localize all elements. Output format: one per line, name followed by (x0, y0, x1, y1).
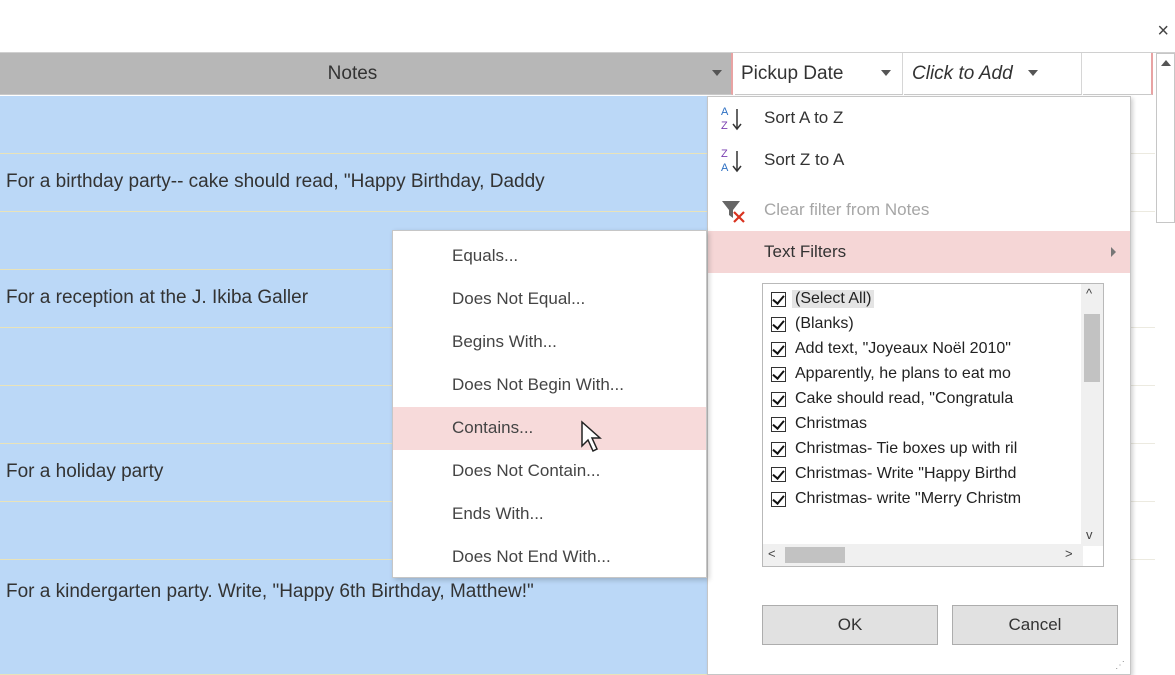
scroll-thumb[interactable] (785, 547, 845, 563)
submenu-item-begins-with[interactable]: Begins With... (393, 321, 706, 364)
column-header-label: Notes (327, 63, 378, 84)
cell-notes: For a holiday party (6, 461, 164, 482)
menu-item-label: Clear filter from Notes (764, 200, 930, 219)
scroll-thumb[interactable] (1084, 314, 1100, 382)
submenu-item-label: Does Not Contain... (452, 461, 601, 480)
column-header-pickup-date[interactable]: Pickup Date (735, 53, 903, 95)
menu-item-label: Sort A to Z (764, 108, 844, 127)
scroll-up-icon[interactable] (1161, 60, 1171, 66)
svg-text:A: A (721, 162, 729, 174)
column-header-click-to-add[interactable]: Click to Add (904, 53, 1082, 95)
filter-dropdown-icon[interactable] (881, 70, 891, 76)
list-vertical-scrollbar[interactable]: ^ v (1081, 284, 1103, 546)
list-item-label: Cake should read, "Congratula (795, 390, 1014, 407)
list-item-label: Apparently, he plans to eat mo (795, 365, 1011, 382)
menu-item-sort-z-to-a[interactable]: Z A Sort Z to A (708, 139, 1130, 181)
menu-item-label: Sort Z to A (764, 150, 845, 169)
table-row[interactable]: For a birthday party-- cake should read,… (0, 154, 735, 212)
close-icon[interactable]: × (1157, 20, 1169, 43)
cell-notes: For a birthday party-- cake should read,… (6, 171, 545, 192)
menu-item-clear-filter[interactable]: Clear filter from Notes (708, 189, 1130, 231)
list-item-label: Christmas- write "Merry Christm (795, 490, 1022, 507)
chevron-up-icon[interactable]: ^ (1086, 286, 1092, 301)
submenu-item-does-not-contain[interactable]: Does Not Contain... (393, 450, 706, 493)
checkbox[interactable] (771, 417, 786, 432)
table-row[interactable] (0, 96, 735, 154)
chevron-right-icon (1111, 247, 1116, 257)
submenu-item-ends-with[interactable]: Ends With... (393, 493, 706, 536)
submenu-item-label: Does Not Equal... (452, 289, 586, 308)
chevron-down-icon[interactable]: v (1086, 527, 1093, 542)
clear-filter-icon (722, 201, 745, 223)
submenu-item-label: Contains... (452, 418, 534, 437)
submenu-item-contains[interactable]: Contains... (393, 407, 706, 450)
list-item-label: (Blanks) (795, 315, 854, 332)
submenu-item-label: Ends With... (452, 504, 544, 523)
title-bar (0, 0, 1175, 53)
ok-button[interactable]: OK (762, 605, 938, 645)
column-header-empty (1083, 53, 1153, 95)
cell-notes: For a reception at the J. Ikiba Galler (6, 287, 309, 308)
column-header-label: Click to Add (912, 63, 1013, 84)
checkbox[interactable] (771, 292, 786, 307)
mouse-cursor-icon (581, 420, 602, 453)
checkbox[interactable] (771, 467, 786, 482)
svg-text:Z: Z (721, 148, 728, 160)
submenu-item-does-not-begin-with[interactable]: Does Not Begin With... (393, 364, 706, 407)
list-item-label: Christmas- Write "Happy Birthd (795, 465, 1017, 482)
sort-descending-icon: Z A (721, 148, 742, 174)
filter-dropdown-menu: A Z Sort A to Z Z A Sort Z to A Clear fi… (707, 96, 1131, 675)
checkbox[interactable] (771, 392, 786, 407)
filter-values-list[interactable]: (Select All) (Blanks) Add text, "Joyeaux… (762, 283, 1104, 567)
submenu-item-does-not-equal[interactable]: Does Not Equal... (393, 278, 706, 321)
column-header-label: Pickup Date (741, 63, 844, 84)
menu-item-label: Text Filters (764, 242, 847, 261)
list-item-label: (Select All) (792, 290, 875, 308)
cancel-button[interactable]: Cancel (952, 605, 1118, 645)
checkbox[interactable] (771, 442, 786, 457)
menu-item-sort-a-to-z[interactable]: A Z Sort A to Z (708, 97, 1130, 139)
resize-grip-icon[interactable]: ⋰ (1115, 660, 1126, 671)
list-horizontal-scrollbar[interactable]: < > (763, 544, 1083, 566)
menu-item-text-filters[interactable]: Text Filters (708, 231, 1130, 273)
svg-text:A: A (721, 106, 729, 118)
list-item-label: Add text, "Joyeaux Noël 2010" (795, 340, 1011, 357)
submenu-item-equals[interactable]: Equals... (393, 235, 706, 278)
cell-notes: For a kindergarten party. Write, "Happy … (6, 581, 534, 602)
sort-ascending-icon: A Z (721, 106, 742, 132)
svg-text:Z: Z (721, 120, 728, 132)
chevron-left-icon[interactable]: < (768, 546, 776, 561)
chevron-down-icon[interactable] (1028, 70, 1038, 76)
list-item-label: Christmas- Tie boxes up with ril (795, 440, 1018, 457)
submenu-item-label: Does Not Begin With... (452, 375, 624, 394)
checkbox[interactable] (771, 317, 786, 332)
filter-dropdown-icon[interactable] (712, 70, 722, 76)
submenu-item-label: Equals... (452, 246, 519, 265)
list-item-label: Christmas (795, 415, 868, 432)
checkbox[interactable] (771, 342, 786, 357)
checkbox[interactable] (771, 367, 786, 382)
table-scrollbar[interactable] (1156, 53, 1175, 223)
submenu-item-does-not-end-with[interactable]: Does Not End With... (393, 536, 706, 579)
chevron-right-icon[interactable]: > (1065, 546, 1073, 561)
submenu-item-label: Begins With... (452, 332, 557, 351)
text-filters-submenu: Equals... Does Not Equal... Begins With.… (392, 230, 707, 578)
column-header-notes[interactable]: Notes (0, 53, 733, 95)
checkbox[interactable] (771, 492, 786, 507)
submenu-item-label: Does Not End With... (452, 547, 611, 566)
